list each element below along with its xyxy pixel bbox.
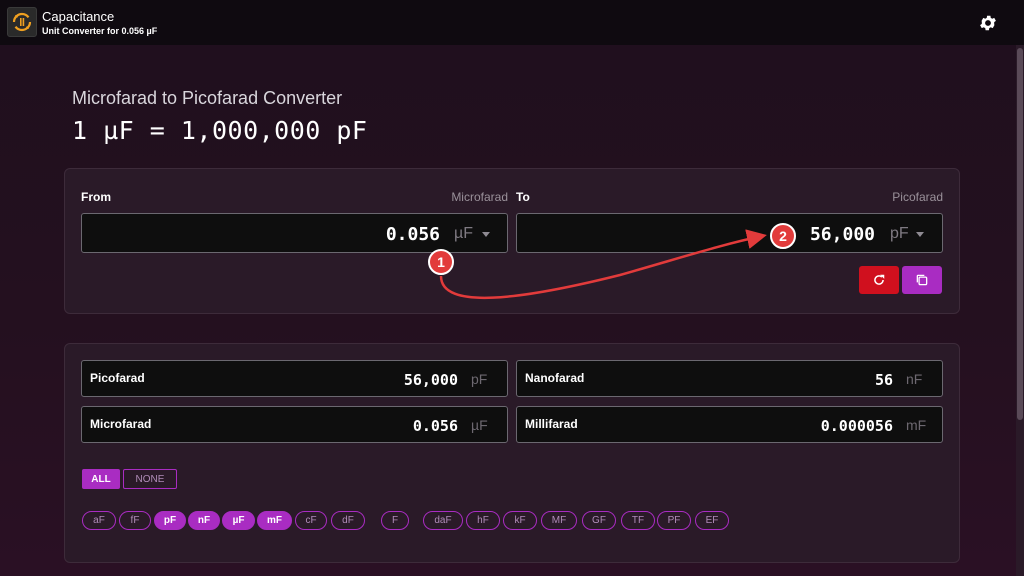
app-title: Capacitance bbox=[42, 9, 115, 24]
scrollbar-thumb[interactable] bbox=[1017, 48, 1023, 420]
result-nanofarad[interactable]: Nanofarad 56 nF bbox=[516, 360, 943, 397]
unit-chip-megaf[interactable]: MF bbox=[541, 511, 577, 530]
to-input[interactable]: 56,000 pF bbox=[516, 213, 943, 253]
unit-chip-ff[interactable]: fF bbox=[119, 511, 151, 530]
from-input[interactable]: 0.056 µF bbox=[81, 213, 508, 253]
copy-icon bbox=[916, 274, 928, 286]
converter-title: Microfarad to Picofarad Converter bbox=[72, 88, 343, 108]
refresh-icon bbox=[874, 274, 885, 285]
unit-chip-hf[interactable]: hF bbox=[466, 511, 500, 530]
unit-chip-tf[interactable]: TF bbox=[621, 511, 655, 530]
result-unit: mF bbox=[906, 417, 927, 433]
unit-chip-ef[interactable]: EF bbox=[695, 511, 729, 530]
unit-chip-mf[interactable]: mF bbox=[257, 511, 292, 530]
annotation-badge-1: 1 bbox=[428, 249, 454, 275]
conversion-formula: 1 µF = 1,000,000 pF bbox=[72, 116, 368, 145]
unit-chip-df[interactable]: dF bbox=[331, 511, 365, 530]
chevron-down-icon[interactable] bbox=[482, 232, 490, 237]
result-unit: µF bbox=[471, 417, 488, 433]
capacitor-convert-icon bbox=[7, 7, 37, 37]
app-subtitle: Unit Converter for 0.056 µF bbox=[42, 26, 158, 36]
select-all-button[interactable]: ALL bbox=[82, 469, 120, 489]
unit-chip-pf[interactable]: pF bbox=[154, 511, 186, 530]
to-unit-select[interactable]: pF bbox=[890, 225, 909, 243]
unit-chip-nf[interactable]: nF bbox=[188, 511, 220, 530]
gear-icon[interactable] bbox=[976, 11, 1000, 35]
unit-chip-cf[interactable]: cF bbox=[295, 511, 327, 530]
result-microfarad[interactable]: Microfarad 0.056 µF bbox=[81, 406, 508, 443]
unit-chip-f[interactable]: F bbox=[381, 511, 409, 530]
result-name: Nanofarad bbox=[525, 371, 585, 385]
to-unit-name: Picofarad bbox=[892, 190, 943, 204]
to-label: To bbox=[516, 190, 530, 204]
result-picofarad[interactable]: Picofarad 56,000 pF bbox=[81, 360, 508, 397]
from-label: From bbox=[81, 190, 111, 204]
from-unit-select[interactable]: µF bbox=[454, 225, 473, 243]
reset-button[interactable] bbox=[859, 266, 899, 294]
unit-chip-petaf[interactable]: PF bbox=[657, 511, 691, 530]
result-value: 56 bbox=[874, 371, 893, 389]
copy-button[interactable] bbox=[902, 266, 942, 294]
app-header: Capacitance Unit Converter for 0.056 µF bbox=[0, 0, 1024, 45]
result-value: 56,000 bbox=[403, 371, 458, 389]
unit-chip-kf[interactable]: kF bbox=[503, 511, 537, 530]
unit-chip-af[interactable]: aF bbox=[82, 511, 116, 530]
annotation-badge-2: 2 bbox=[770, 223, 796, 249]
result-unit: pF bbox=[471, 371, 488, 387]
result-value: 0.000056 bbox=[820, 417, 893, 435]
chevron-down-icon[interactable] bbox=[916, 232, 924, 237]
result-name: Picofarad bbox=[90, 371, 145, 385]
result-millifarad[interactable]: Millifarad 0.000056 mF bbox=[516, 406, 943, 443]
result-value: 0.056 bbox=[412, 417, 458, 435]
result-unit: nF bbox=[906, 371, 923, 387]
unit-chip-gf[interactable]: GF bbox=[582, 511, 616, 530]
select-none-button[interactable]: NONE bbox=[123, 469, 177, 489]
result-name: Millifarad bbox=[525, 417, 578, 431]
from-value: 0.056 bbox=[385, 224, 440, 245]
unit-chip-daf[interactable]: daF bbox=[423, 511, 463, 530]
unit-chip-uf[interactable]: µF bbox=[222, 511, 255, 530]
from-unit-name: Microfarad bbox=[451, 190, 508, 204]
result-name: Microfarad bbox=[90, 417, 152, 431]
to-value: 56,000 bbox=[809, 224, 875, 245]
